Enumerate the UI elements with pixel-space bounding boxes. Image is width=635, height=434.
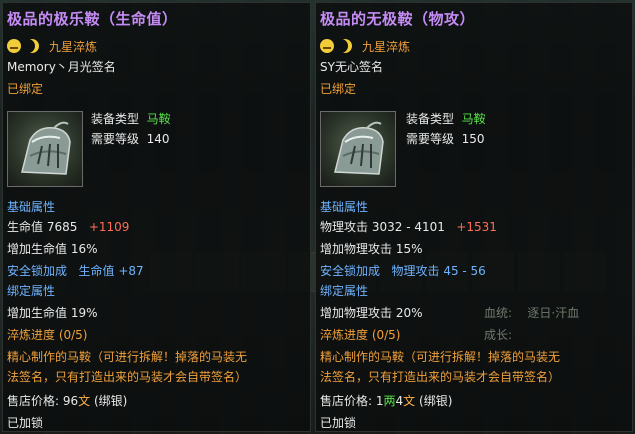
moon-icon bbox=[338, 39, 352, 53]
description-line-1: 精心制作的马鞍（可进行拆解！掉落的马装无 bbox=[7, 350, 248, 364]
price-unit-wen: 文 bbox=[403, 394, 416, 408]
equip-type-row: 装备类型 马鞍 bbox=[406, 109, 486, 129]
description-line-2: 法签名，只有打造出来的马装才会自带签名） bbox=[7, 370, 248, 384]
refine-row: 九星淬炼 bbox=[7, 37, 97, 57]
safety-lock-label: 安全锁加成 bbox=[320, 264, 381, 278]
req-level-label: 需要等级 bbox=[91, 132, 140, 146]
stat-secondary: 增加生命值 16% bbox=[7, 242, 98, 256]
stat-secondary: 增加物理攻击 15% bbox=[320, 242, 423, 256]
locked-status: 已加锁 bbox=[7, 416, 44, 430]
description-line-2: 法签名，只有打造出来的马装才会自带签名） bbox=[320, 370, 561, 384]
bind-stat: 增加生命值 19% bbox=[7, 306, 98, 320]
locked-status: 已加锁 bbox=[320, 416, 357, 430]
safety-lock-value: +87 bbox=[118, 264, 144, 278]
smiley-icon bbox=[320, 39, 334, 53]
bind-attr-header: 绑定属性 bbox=[320, 284, 369, 298]
refine-level: 九星淬炼 bbox=[362, 40, 411, 54]
stat-label: 生命值 bbox=[7, 220, 44, 234]
equip-type-label: 装备类型 bbox=[91, 112, 140, 126]
base-attr-header: 基础属性 bbox=[320, 200, 369, 214]
req-level-row: 需要等级 140 bbox=[91, 129, 170, 149]
equip-type-value: 马鞍 bbox=[146, 112, 171, 126]
safety-lock-stat: 物理攻击 bbox=[391, 264, 440, 278]
item-title: 极品的极乐鞍（生命值） bbox=[7, 10, 178, 28]
price-row: 售店价格: 96文 (绑银) bbox=[7, 391, 127, 411]
moon-icon bbox=[25, 39, 39, 53]
bg-growth-label: 成长: bbox=[484, 328, 513, 342]
req-level-value: 150 bbox=[461, 132, 485, 146]
price-value-liang: 1 bbox=[375, 394, 384, 408]
bound-status: 已绑定 bbox=[320, 82, 357, 96]
saddle-item-icon[interactable] bbox=[320, 111, 396, 187]
smiley-icon bbox=[7, 39, 21, 53]
refine-row: 九星淬炼 bbox=[320, 37, 410, 57]
refine-level: 九星淬炼 bbox=[49, 40, 98, 54]
item-tooltip-right: 极品的无极鞍（物攻） 九星淬炼 SY无心签名 已绑定 装备类型 马鞍 需要等级 … bbox=[315, 2, 633, 432]
bound-status: 已绑定 bbox=[7, 82, 44, 96]
bind-stat: 增加物理攻击 20% bbox=[320, 306, 423, 320]
signature: SY无心签名 bbox=[320, 60, 383, 74]
stat-value: 3032 - 4101 bbox=[371, 220, 445, 234]
stat-bonus: +1531 bbox=[456, 220, 497, 234]
refine-progress: 淬炼进度 (0/5) bbox=[320, 328, 401, 342]
price-value: 96 bbox=[62, 394, 79, 408]
price-note: (绑银) bbox=[419, 394, 453, 408]
item-title: 极品的无极鞍（物攻） bbox=[320, 10, 476, 28]
bg-bloodline-value: 逐日·汗血 bbox=[527, 306, 580, 320]
stat-label: 物理攻击 bbox=[320, 220, 369, 234]
safety-lock-label: 安全锁加成 bbox=[7, 264, 68, 278]
price-unit-liang: 两 bbox=[383, 394, 396, 408]
safety-lock-stat: 生命值 bbox=[78, 264, 115, 278]
bg-bloodline-row: 血统: 逐日·汗血 bbox=[484, 303, 579, 323]
price-note: (绑银) bbox=[94, 394, 128, 408]
safety-lock-row: 安全锁加成 生命值 +87 bbox=[7, 261, 144, 281]
bg-bloodline-label: 血统: bbox=[484, 306, 513, 320]
safety-lock-row: 安全锁加成 物理攻击 45 - 56 bbox=[320, 261, 486, 281]
req-level-row: 需要等级 150 bbox=[406, 129, 485, 149]
base-attr-header: 基础属性 bbox=[7, 200, 56, 214]
bind-attr-header: 绑定属性 bbox=[7, 284, 56, 298]
description-line-1: 精心制作的马鞍（可进行拆解！掉落的马装无 bbox=[320, 350, 561, 364]
req-level-value: 140 bbox=[146, 132, 170, 146]
equip-type-label: 装备类型 bbox=[406, 112, 455, 126]
price-row: 售店价格: 1两4文 (绑银) bbox=[320, 391, 452, 411]
req-level-label: 需要等级 bbox=[406, 132, 455, 146]
stat-bonus: +1109 bbox=[88, 220, 130, 234]
equip-type-value: 马鞍 bbox=[461, 112, 486, 126]
safety-lock-value: 45 - 56 bbox=[443, 264, 486, 278]
price-label: 售店价格: bbox=[7, 394, 60, 408]
equip-type-row: 装备类型 马鞍 bbox=[91, 109, 171, 129]
stat-value: 7685 bbox=[46, 220, 78, 234]
refine-progress: 淬炼进度 (0/5) bbox=[7, 328, 88, 342]
saddle-item-icon[interactable] bbox=[7, 111, 83, 187]
item-tooltip-left: 极品的极乐鞍（生命值） 九星淬炼 Memory丶月光签名 已绑定 装备类型 马鞍… bbox=[2, 2, 311, 432]
price-label: 售店价格: bbox=[320, 394, 373, 408]
price-unit: 文 bbox=[78, 394, 91, 408]
stat-primary-row: 物理攻击 3032 - 4101 +1531 bbox=[320, 217, 497, 237]
stat-primary-row: 生命值 7685 +1109 bbox=[7, 217, 129, 237]
signature: Memory丶月光签名 bbox=[7, 60, 116, 74]
